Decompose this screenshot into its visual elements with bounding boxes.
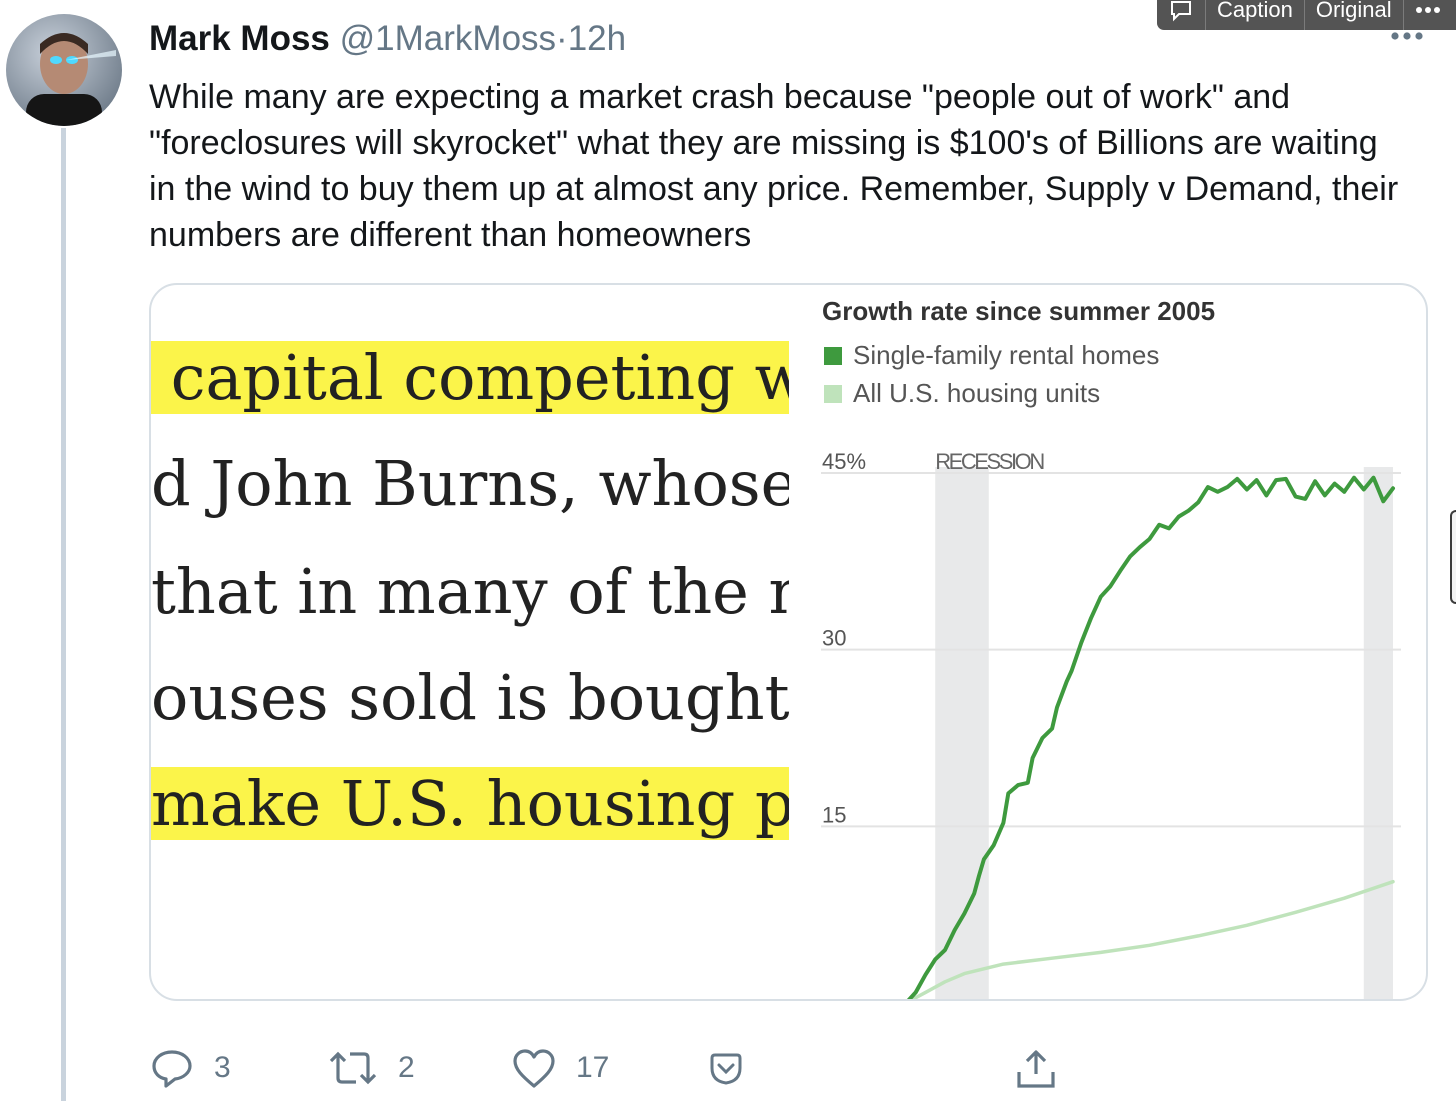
tweet-time[interactable]: 12h bbox=[568, 19, 626, 58]
caption-button[interactable]: Caption bbox=[1205, 0, 1304, 30]
y-tick-label: 45% bbox=[822, 449, 866, 474]
like-count: 17 bbox=[576, 1051, 610, 1084]
overlay-toolbar: Caption Original bbox=[1157, 0, 1456, 30]
share-button[interactable] bbox=[1014, 1040, 1058, 1096]
share-icon bbox=[1017, 1050, 1055, 1088]
thread-line bbox=[61, 128, 66, 1101]
speech-bubble-icon[interactable] bbox=[1157, 0, 1205, 30]
save-to-pocket-button[interactable] bbox=[706, 1040, 746, 1096]
pocket-icon bbox=[710, 1053, 742, 1085]
legend-swatch bbox=[824, 385, 842, 403]
author-handle[interactable]: @1MarkMoss bbox=[340, 19, 556, 58]
reply-icon bbox=[152, 1050, 192, 1088]
legend-swatch bbox=[824, 347, 842, 365]
retweet-button[interactable]: 2 bbox=[328, 1040, 415, 1096]
y-tick-label: 30 bbox=[822, 626, 846, 651]
heart-icon bbox=[513, 1049, 555, 1088]
author-name[interactable]: Mark Moss bbox=[149, 19, 330, 58]
retweet-count: 2 bbox=[398, 1051, 415, 1084]
separator: · bbox=[556, 19, 568, 58]
legend-label: Single-family rental homes bbox=[853, 340, 1159, 370]
tweet-actions: 3 2 17 bbox=[0, 1040, 1456, 1100]
scrollbar-handle[interactable] bbox=[1450, 510, 1456, 604]
reply-button[interactable]: 3 bbox=[150, 1040, 231, 1096]
y-tick-label: 15 bbox=[822, 802, 846, 827]
recession-label: RECESSION bbox=[935, 449, 1045, 474]
original-button[interactable]: Original bbox=[1303, 0, 1403, 30]
growth-rate-chart: Growth rate since summer 2005 Single-fami… bbox=[821, 296, 1401, 999]
tweet-header: Mark Moss @1MarkMoss·12h bbox=[149, 18, 626, 60]
reply-count: 3 bbox=[214, 1051, 231, 1084]
recession-band bbox=[1363, 467, 1393, 999]
retweet-icon bbox=[329, 1051, 377, 1085]
tweet-text: While many are expecting a market crash … bbox=[149, 78, 1399, 254]
avatar[interactable] bbox=[6, 14, 122, 126]
more-horizontal-icon[interactable] bbox=[1402, 0, 1452, 30]
like-button[interactable]: 17 bbox=[512, 1040, 609, 1096]
media-card[interactable]: capital competing w d John Burns, whose … bbox=[149, 283, 1428, 1001]
legend-label: All U.S. housing units bbox=[853, 378, 1100, 408]
chart-title: Growth rate since summer 2005 bbox=[822, 296, 1215, 326]
